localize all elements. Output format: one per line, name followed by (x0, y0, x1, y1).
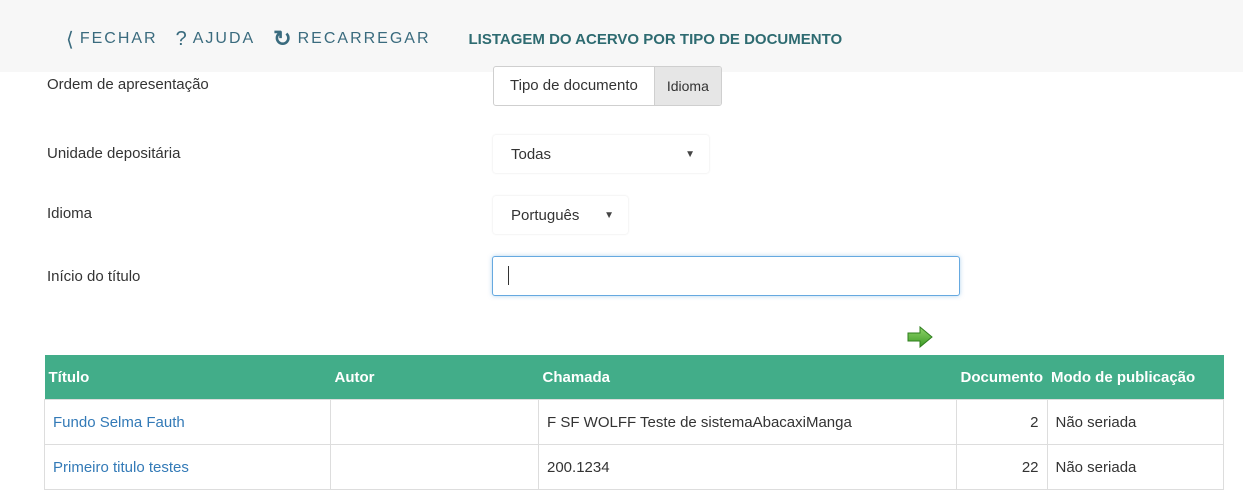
order-option-language[interactable]: Idioma (653, 67, 721, 105)
row-document-count: 2 (956, 399, 1048, 445)
help-button[interactable]: ? AJUDA (176, 28, 256, 51)
reload-icon: ↻ (273, 26, 292, 51)
question-icon: ? (175, 27, 187, 50)
title-start-label: Início do título (47, 268, 141, 285)
text-caret (508, 266, 509, 285)
column-header-call-number[interactable]: Chamada (538, 355, 957, 400)
order-label: Ordem de apresentação (47, 76, 209, 93)
table-header-row: Título Autor Chamada Documento Modo de p… (44, 355, 1224, 400)
help-label: AJUDA (192, 30, 256, 47)
chevron-down-icon: ▼ (685, 148, 695, 160)
row-document-count: 22 (956, 444, 1048, 490)
row-title-link[interactable]: Primeiro titulo testes (44, 444, 331, 490)
title-start-input[interactable] (492, 256, 960, 296)
column-header-publication-mode[interactable]: Modo de publicação (1047, 355, 1224, 400)
language-label: Idioma (47, 205, 93, 222)
unit-select[interactable]: Todas ▼ (493, 135, 709, 173)
close-label: FECHAR (79, 30, 158, 47)
row-author (330, 444, 539, 490)
column-header-author[interactable]: Autor (330, 355, 539, 400)
unit-select-value: Todas (511, 145, 552, 163)
order-option-document-type[interactable]: Tipo de documento (494, 67, 654, 105)
table-row: Primeiro titulo testes 200.1234 22 Não s… (44, 444, 1224, 490)
row-call-number: 200.1234 (538, 444, 957, 490)
row-author (330, 399, 539, 445)
chevron-left-icon: ⟨ (66, 28, 74, 51)
close-button[interactable]: ⟨ FECHAR (66, 27, 158, 52)
toolbar: ⟨ FECHAR ? AJUDA ↻ RECARREGAR LISTAGEM D… (66, 26, 843, 52)
table-row: Fundo Selma Fauth F SF WOLFF Teste de si… (44, 399, 1224, 445)
column-header-title[interactable]: Título (44, 355, 331, 400)
language-select-value: Português (511, 206, 580, 224)
results-table: Título Autor Chamada Documento Modo de p… (44, 355, 1224, 490)
row-publication-mode: Não seriada (1046, 444, 1224, 490)
reload-button[interactable]: ↻ RECARREGAR (273, 26, 430, 52)
go-button[interactable] (907, 325, 933, 353)
arrow-right-icon (907, 325, 933, 349)
row-call-number: F SF WOLFF Teste de sistemaAbacaxiManga (538, 399, 957, 445)
column-header-document[interactable]: Documento (956, 355, 1047, 400)
page-title: LISTAGEM DO ACERVO POR TIPO DE DOCUMENTO (468, 30, 843, 48)
unit-label: Unidade depositária (47, 145, 181, 162)
chevron-down-icon: ▼ (604, 209, 614, 221)
row-title-link[interactable]: Fundo Selma Fauth (44, 399, 331, 445)
language-select[interactable]: Português ▼ (493, 196, 628, 234)
row-publication-mode: Não seriada (1046, 399, 1224, 445)
reload-label: RECARREGAR (297, 30, 431, 47)
order-segmented-control: Tipo de documento Idioma (493, 66, 722, 106)
